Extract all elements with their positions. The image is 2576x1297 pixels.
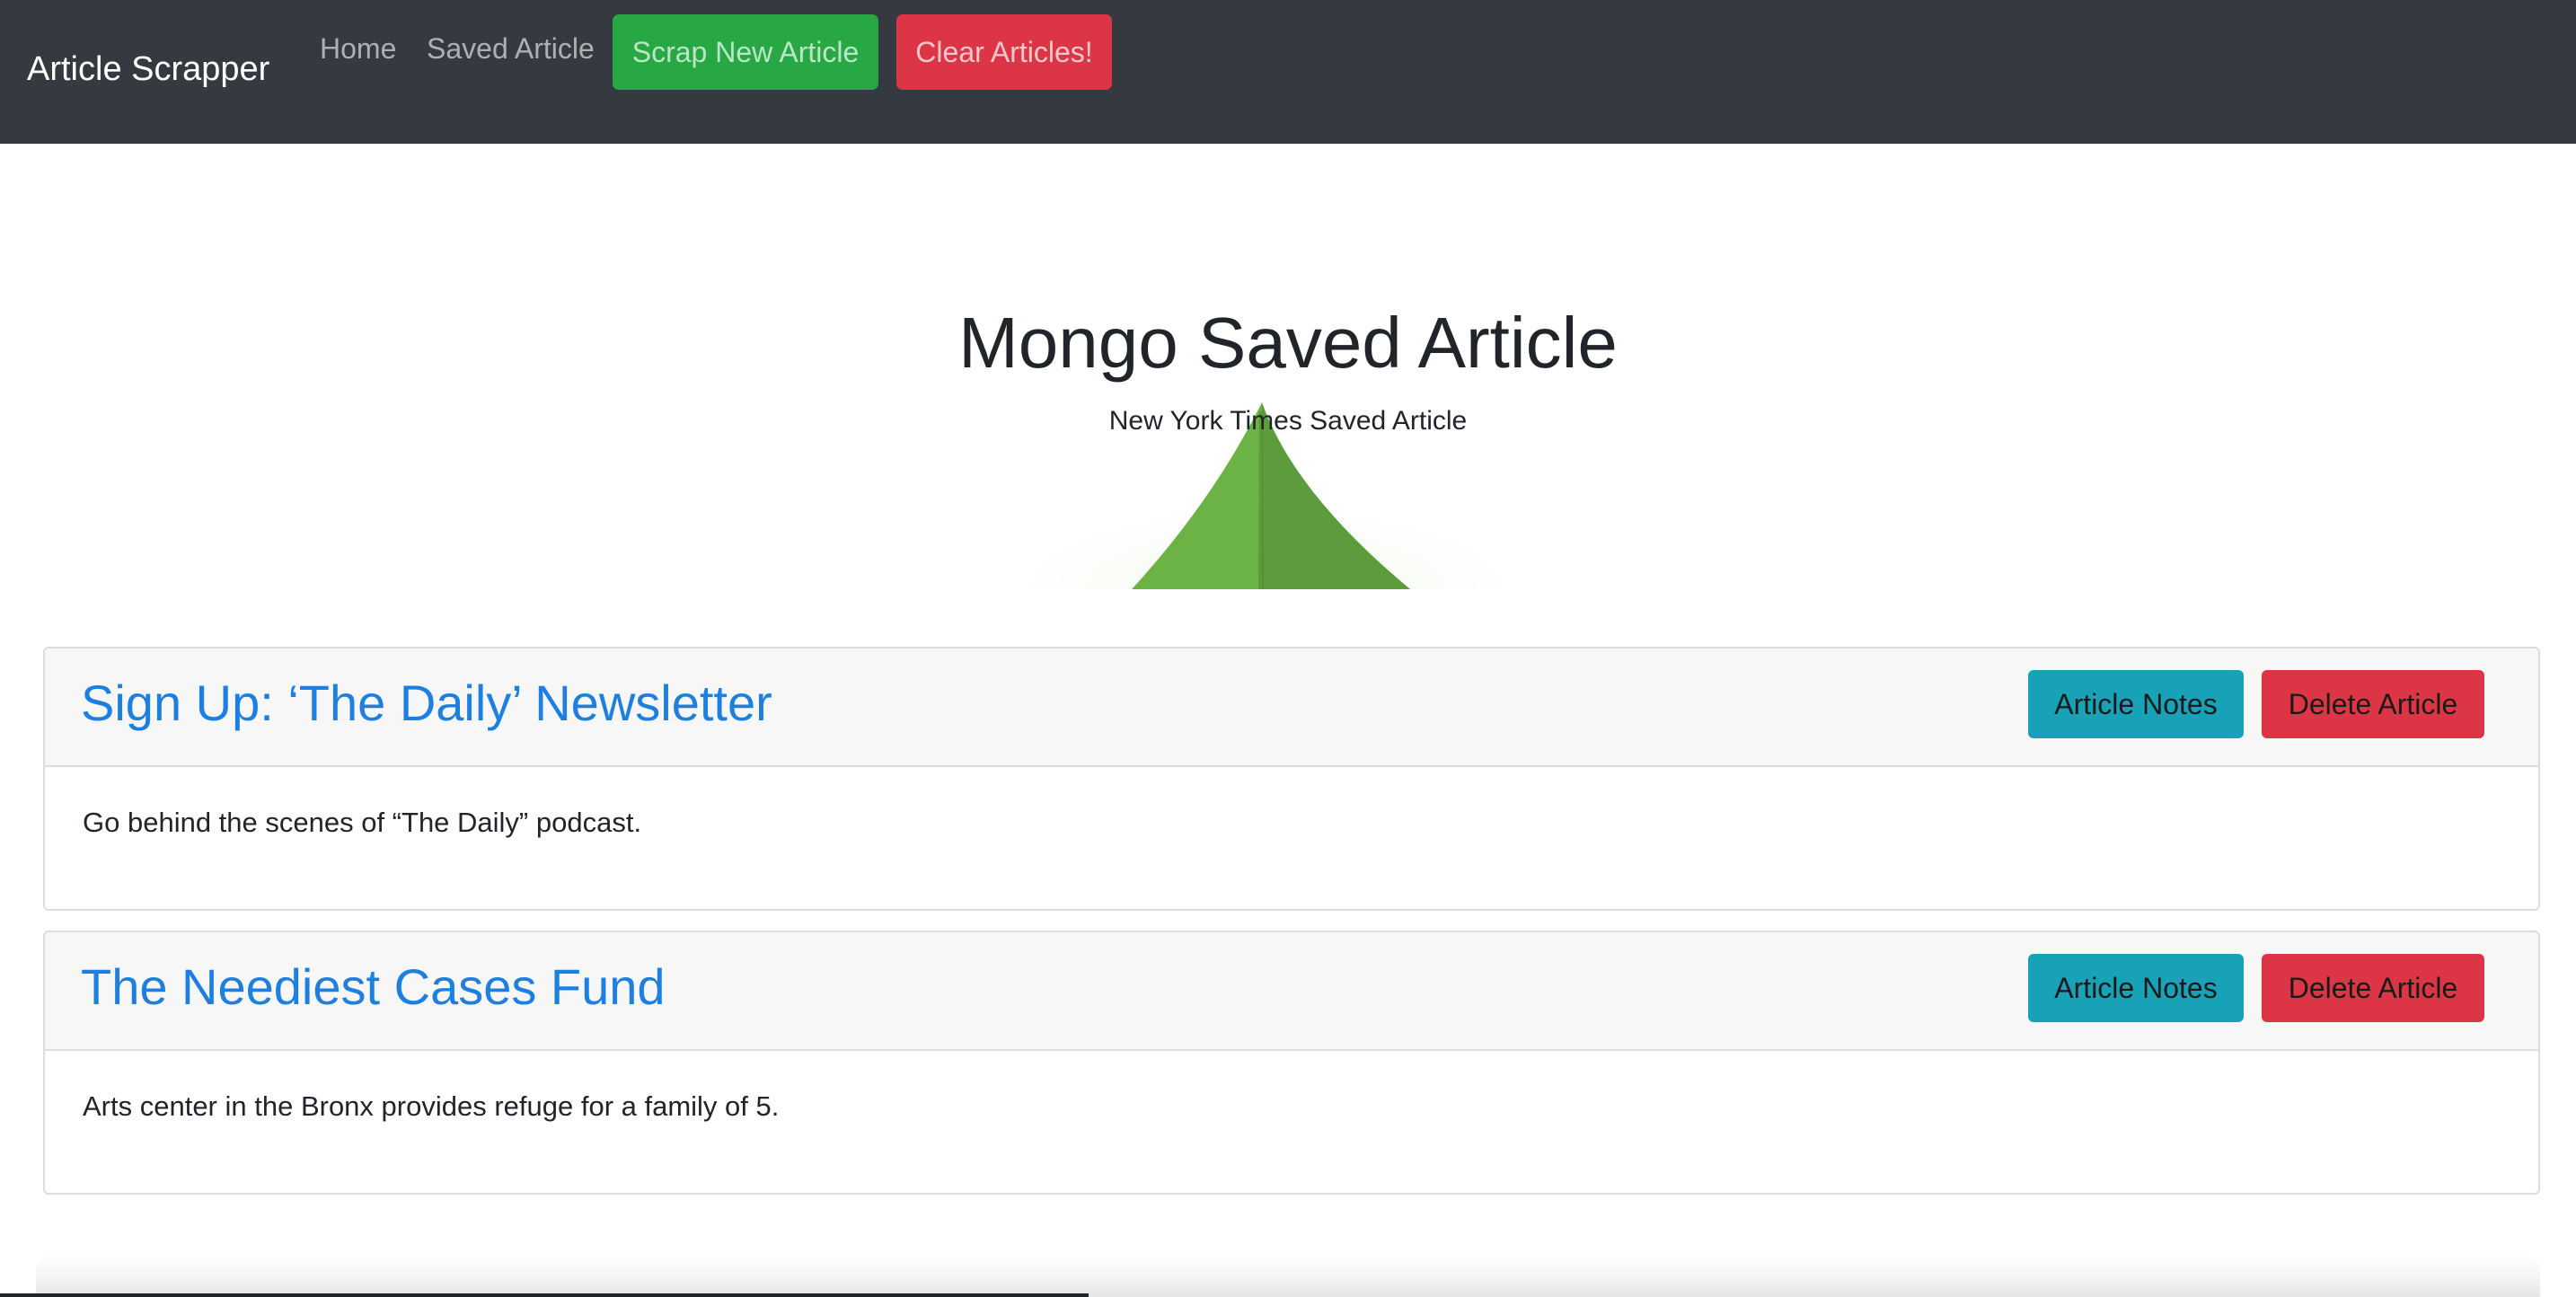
- nav-link-home[interactable]: Home: [320, 32, 396, 66]
- article-card-header: The Neediest Cases Fund Article Notes De…: [45, 932, 2538, 1051]
- delete-article-button[interactable]: Delete Article: [2262, 954, 2484, 1022]
- article-card: The Neediest Cases Fund Article Notes De…: [43, 931, 2540, 1195]
- nav-link-saved-article[interactable]: Saved Article: [427, 32, 595, 66]
- article-notes-button[interactable]: Article Notes: [2028, 670, 2244, 738]
- article-card: Sign Up: ‘The Daily’ Newsletter Article …: [43, 647, 2540, 911]
- scrap-new-article-button[interactable]: Scrap New Article: [613, 14, 878, 90]
- navbar: Article Scrapper Home Saved Article Scra…: [0, 0, 2576, 144]
- article-title-link[interactable]: Sign Up: ‘The Daily’ Newsletter: [81, 674, 772, 732]
- clear-articles-button[interactable]: Clear Articles!: [896, 14, 1112, 90]
- page-title: Mongo Saved Article: [958, 303, 1618, 383]
- footer-shadow: [36, 1254, 2540, 1297]
- article-summary: Arts center in the Bronx provides refuge…: [83, 1090, 780, 1122]
- article-summary: Go behind the scenes of “The Daily” podc…: [83, 807, 642, 838]
- article-title-link[interactable]: The Neediest Cases Fund: [81, 957, 666, 1016]
- footer-divider: [0, 1293, 1089, 1297]
- article-notes-button[interactable]: Article Notes: [2028, 954, 2244, 1022]
- navbar-brand[interactable]: Article Scrapper: [27, 50, 269, 89]
- delete-article-button[interactable]: Delete Article: [2262, 670, 2484, 738]
- article-card-header: Sign Up: ‘The Daily’ Newsletter Article …: [45, 648, 2538, 767]
- page-subtitle: New York Times Saved Article: [1108, 406, 1468, 436]
